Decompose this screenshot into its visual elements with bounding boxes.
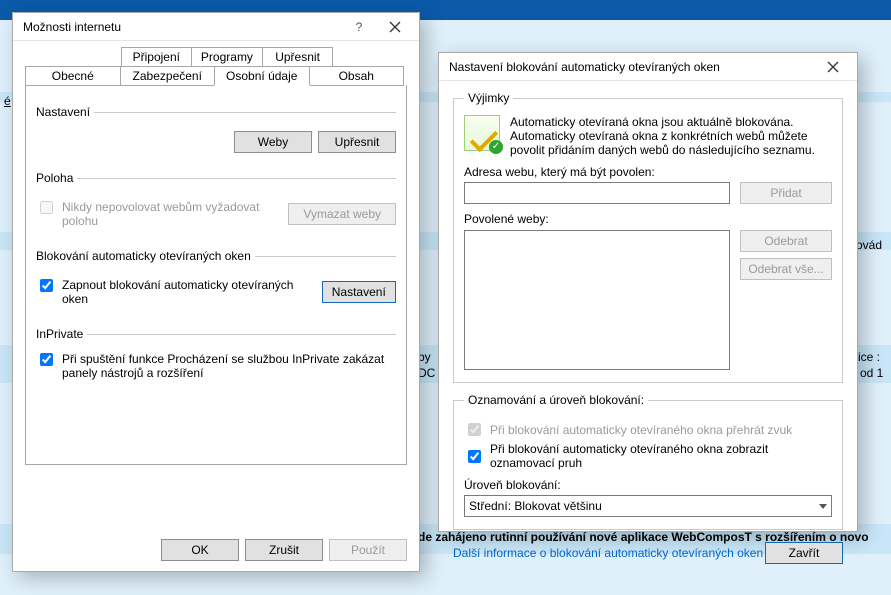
dialog-title: Možnosti internetu: [23, 20, 341, 34]
help-button[interactable]: ?: [341, 16, 377, 38]
show-infobar-checkbox[interactable]: Při blokování automaticky otevíraného ok…: [464, 442, 832, 470]
dialog-button-row: OK Zrušit Použít: [161, 539, 407, 561]
add-button: Přidat: [740, 182, 832, 204]
tab-privacy[interactable]: Osobní údaje: [214, 66, 310, 86]
play-sound-checkbox[interactable]: Při blokování automaticky otevíraného ok…: [464, 420, 832, 439]
settings-group: Nastavení Weby Upřesnit: [36, 105, 396, 157]
never-allow-location-checkbox[interactable]: Nikdy nepovolovat webům vyžadovat polohu: [36, 200, 276, 228]
dialog-body: Výjimky ✓ Automaticky otevíraná okna jso…: [439, 81, 857, 576]
address-input[interactable]: [464, 182, 730, 204]
address-label: Adresa webu, který má být povolen:: [464, 165, 832, 179]
bottom-row: Další informace o blokování automaticky …: [453, 542, 843, 564]
popup-blocker-group: Blokování automaticky otevíraných oken Z…: [36, 249, 396, 313]
tab-connections[interactable]: Připojení: [121, 47, 193, 67]
help-icon: ?: [356, 20, 363, 34]
enable-popup-blocker-checkbox[interactable]: Zapnout blokování automaticky otevíranýc…: [36, 278, 310, 306]
checkbox-label: Nikdy nepovolovat webům vyžadovat polohu: [62, 200, 276, 228]
ok-button[interactable]: OK: [161, 539, 239, 561]
close-button[interactable]: [377, 16, 413, 38]
select-value: Střední: Blokovat většinu: [469, 499, 602, 513]
settings-legend: Nastavení: [36, 105, 94, 119]
exceptions-legend: Výjimky: [464, 91, 513, 105]
popup-blocker-legend: Blokování automaticky otevíraných oken: [36, 249, 255, 263]
inprivate-group: InPrivate Při spuštění funkce Procházení…: [36, 327, 396, 383]
tab-row-top: Připojení Programy Upřesnit: [25, 47, 407, 67]
tab-content[interactable]: Obsah: [309, 66, 405, 86]
bg-text: ovád: [856, 238, 882, 252]
tab-security[interactable]: Zabezpečení: [120, 66, 216, 86]
cancel-button[interactable]: Zrušit: [245, 539, 323, 561]
clear-sites-button: Vymazat weby: [288, 203, 396, 225]
popup-blocker-settings-dialog: Nastavení blokování automaticky otevíran…: [438, 52, 858, 532]
bg-text: DC: [418, 366, 435, 380]
notification-level-group: Oznamování a úroveň blokování: Při bloko…: [453, 393, 843, 530]
tab-general[interactable]: Obecné: [25, 66, 121, 86]
checkbox-label: Při blokování automaticky otevíraného ok…: [490, 442, 832, 470]
close-icon: [389, 21, 401, 33]
dialog-body: Připojení Programy Upřesnit Obecné Zabez…: [13, 41, 419, 475]
close-icon: [827, 61, 839, 73]
apply-button: Použít: [329, 539, 407, 561]
info-row: ✓ Automaticky otevíraná okna jsou aktuál…: [464, 115, 832, 157]
remove-button: Odebrat: [740, 230, 832, 252]
internet-options-dialog: Možnosti internetu ? Připojení Programy …: [12, 12, 420, 572]
tab-row-bottom: Obecné Zabezpečení Osobní údaje Obsah: [25, 66, 407, 86]
tab-control: Připojení Programy Upřesnit Obecné Zabez…: [25, 47, 407, 465]
advanced-button[interactable]: Upřesnit: [318, 131, 396, 153]
allowed-sites-row: Odebrat Odebrat vše...: [464, 230, 832, 370]
address-input-row: Přidat: [464, 182, 832, 204]
bg-text: é: [4, 94, 11, 108]
location-legend: Poloha: [36, 171, 77, 185]
checkbox-input[interactable]: [468, 450, 481, 463]
chevron-down-icon: [819, 504, 827, 509]
inprivate-disable-toolbars-checkbox[interactable]: Při spuštění funkce Procházení se službo…: [36, 352, 396, 380]
allowed-sites-listbox[interactable]: [464, 230, 730, 370]
titlebar: Nastavení blokování automaticky otevíran…: [439, 53, 857, 81]
titlebar: Možnosti internetu ?: [13, 13, 419, 41]
tab-panel-privacy: Nastavení Weby Upřesnit Poloha Nikdy nep…: [25, 85, 407, 465]
checkbox-input[interactable]: [40, 279, 53, 292]
tab-advanced[interactable]: Upřesnit: [262, 47, 334, 67]
checkbox-input[interactable]: [40, 201, 53, 214]
location-group: Poloha Nikdy nepovolovat webům vyžadovat…: [36, 171, 396, 235]
bg-text: ice :: [858, 350, 880, 364]
bg-text: od 1: [860, 366, 883, 380]
checkmark-icon: ✓: [489, 140, 503, 154]
checkbox-label: Při blokování automaticky otevíraného ok…: [490, 423, 792, 437]
checkbox-input[interactable]: [468, 423, 481, 436]
checkbox-label: Zapnout blokování automaticky otevíranýc…: [62, 278, 310, 306]
popup-settings-button[interactable]: Nastavení: [322, 281, 396, 303]
exceptions-group: Výjimky ✓ Automaticky otevíraná okna jso…: [453, 91, 843, 383]
close-button[interactable]: [815, 56, 851, 78]
close-dialog-button[interactable]: Zavřít: [765, 542, 843, 564]
popup-allow-icon: ✓: [464, 115, 500, 151]
info-text: Automaticky otevíraná okna jsou aktuálně…: [510, 115, 832, 157]
sites-button[interactable]: Weby: [234, 131, 312, 153]
allowed-sites-label: Povolené weby:: [464, 212, 832, 226]
notification-level-legend: Oznamování a úroveň blokování:: [464, 393, 648, 407]
checkbox-label: Při spuštění funkce Procházení se službo…: [62, 352, 396, 380]
blocking-level-label: Úroveň blokování:: [464, 478, 832, 492]
blocking-level-select[interactable]: Střední: Blokovat většinu: [464, 495, 832, 517]
inprivate-legend: InPrivate: [36, 327, 87, 341]
tab-programs[interactable]: Programy: [191, 47, 263, 67]
dialog-title: Nastavení blokování automaticky otevíran…: [449, 60, 815, 74]
checkbox-input[interactable]: [40, 353, 53, 366]
more-info-link[interactable]: Další informace o blokování automaticky …: [453, 546, 763, 560]
remove-all-button: Odebrat vše...: [740, 258, 832, 280]
